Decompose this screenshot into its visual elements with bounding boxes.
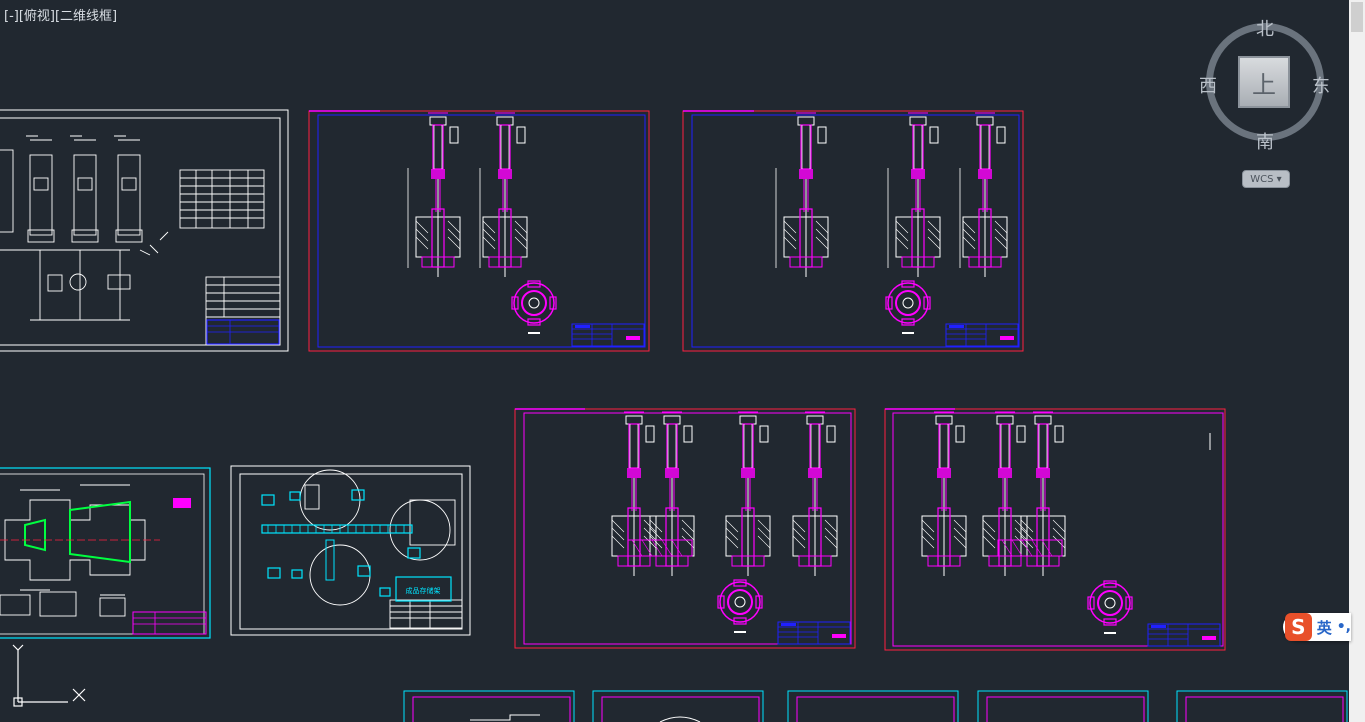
wcs-menu-button[interactable]: WCS ▾ — [1242, 170, 1290, 188]
cylinder-assembly-sheet-2[interactable] — [682, 110, 1024, 352]
viewcube-top-face[interactable]: 上 — [1238, 56, 1290, 108]
ime-punctuation-toggle[interactable]: •, — [1337, 619, 1351, 635]
compass-west[interactable]: 西 — [1193, 72, 1223, 98]
viewcube[interactable]: 北 南 西 东 上 WCS ▾ — [1198, 15, 1333, 190]
ime-status-bar[interactable]: S 英 •, — [1283, 613, 1351, 641]
vertical-scrollbar[interactable] — [1349, 0, 1365, 722]
machined-part-sheet[interactable] — [0, 467, 211, 639]
compass-north[interactable]: 北 — [1250, 15, 1280, 41]
compass-east[interactable]: 东 — [1306, 72, 1336, 98]
hydraulic-schematic-sheet[interactable] — [0, 109, 289, 352]
plant-layout-sheet[interactable]: 成品存储架 — [230, 465, 471, 636]
bottom-sheet-row[interactable] — [403, 690, 1348, 722]
ime-language-toggle[interactable]: 英 — [1317, 617, 1332, 638]
ucs-icon — [12, 644, 86, 707]
model-space-canvas[interactable]: 成品存储架 — [0, 0, 1365, 722]
cylinder-assembly-sheet-4[interactable] — [884, 408, 1226, 651]
cylinder-assembly-sheet-1[interactable] — [308, 110, 650, 352]
storage-rack-label: 成品存储架 — [406, 586, 441, 595]
scrollbar-thumb[interactable] — [1351, 2, 1363, 32]
compass-south[interactable]: 南 — [1250, 128, 1280, 154]
cylinder-assembly-sheet-3[interactable] — [514, 408, 856, 649]
sogou-logo-icon[interactable]: S — [1285, 613, 1312, 641]
